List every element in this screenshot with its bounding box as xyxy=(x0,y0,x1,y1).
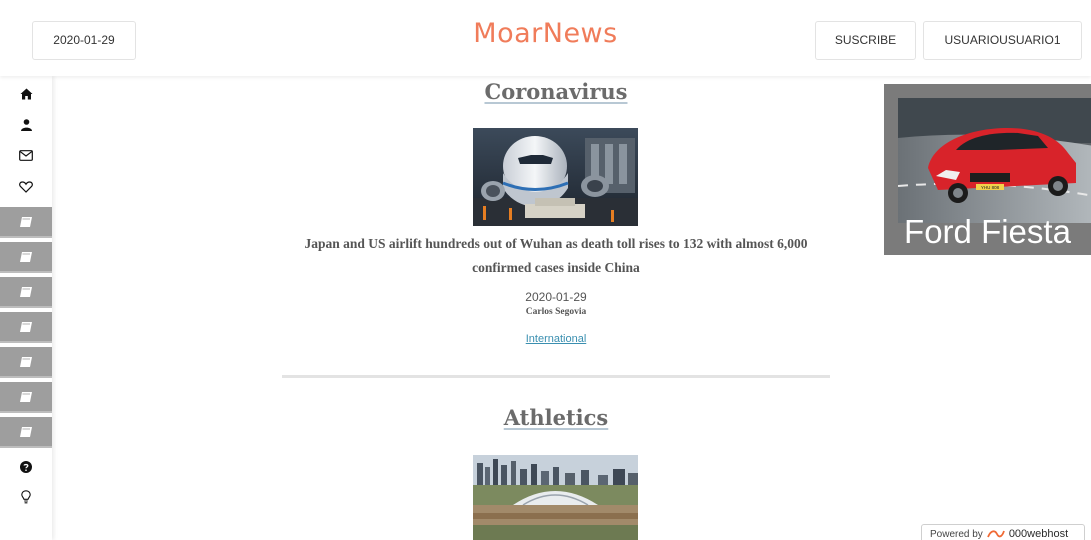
book-icon xyxy=(20,391,32,402)
sidebar-section-1[interactable] xyxy=(0,207,52,238)
powered-by-badge[interactable]: Powered by 000webhost xyxy=(921,524,1085,540)
article-headline[interactable]: Japan and US airlift hundreds out of Wuh… xyxy=(282,232,830,280)
category-link[interactable]: International xyxy=(526,333,587,345)
book-icon xyxy=(20,426,32,437)
sidebar-item-favorites[interactable] xyxy=(0,171,52,202)
home-icon xyxy=(20,88,32,99)
sidebar-item-help[interactable] xyxy=(0,451,52,482)
sidebar-section-6[interactable] xyxy=(0,382,52,413)
book-icon xyxy=(20,356,32,367)
ad-license-plate: YHU 808 xyxy=(981,185,1000,190)
section-title-athletics[interactable]: Athletics xyxy=(282,405,830,430)
article-image-stadium[interactable] xyxy=(473,455,638,540)
sidebar-section-7[interactable] xyxy=(0,417,52,448)
ad-car-image: YHU 808 xyxy=(898,98,1091,223)
sidebar-item-profile[interactable] xyxy=(0,109,52,140)
sidebar-nav xyxy=(0,76,52,540)
book-icon xyxy=(20,251,32,262)
heart-icon xyxy=(19,180,33,193)
article-category: International xyxy=(282,333,830,345)
powered-by-prefix: Powered by xyxy=(930,528,983,540)
sidebar-item-ideas[interactable] xyxy=(0,481,52,512)
user-account-button[interactable]: USUARIOUSUARIO1 xyxy=(923,21,1082,60)
ad-banner[interactable]: YHU 808 Ford Fiesta xyxy=(884,84,1091,255)
book-icon xyxy=(20,286,32,297)
powered-by-host: 000webhost xyxy=(1008,528,1069,540)
sidebar-item-messages[interactable] xyxy=(0,140,52,171)
envelope-icon xyxy=(19,150,33,161)
user-icon xyxy=(20,118,32,131)
section-title-coronavirus[interactable]: Coronavirus xyxy=(282,79,830,104)
book-icon xyxy=(20,321,32,332)
top-header: 2020-01-29 MoarNews SUSCRIBE USUARIOUSUA… xyxy=(0,0,1091,76)
article-divider xyxy=(282,375,830,378)
question-circle-icon xyxy=(20,460,32,473)
sidebar-section-5[interactable] xyxy=(0,347,52,378)
sidebar-section-4[interactable] xyxy=(0,312,52,343)
article-date: 2020-01-29 xyxy=(525,290,587,304)
webhost-logo-icon xyxy=(986,530,1005,538)
lightbulb-icon xyxy=(21,489,31,503)
sidebar-item-home[interactable] xyxy=(0,78,52,109)
ad-label: Ford Fiesta xyxy=(904,213,1071,250)
article-image-airplane[interactable] xyxy=(473,128,638,226)
subscribe-button[interactable]: SUSCRIBE xyxy=(815,21,916,60)
sidebar-section-3[interactable] xyxy=(0,277,52,308)
sidebar-section-2[interactable] xyxy=(0,242,52,273)
book-icon xyxy=(20,216,32,227)
article-author: Carlos Segovia xyxy=(525,307,587,317)
